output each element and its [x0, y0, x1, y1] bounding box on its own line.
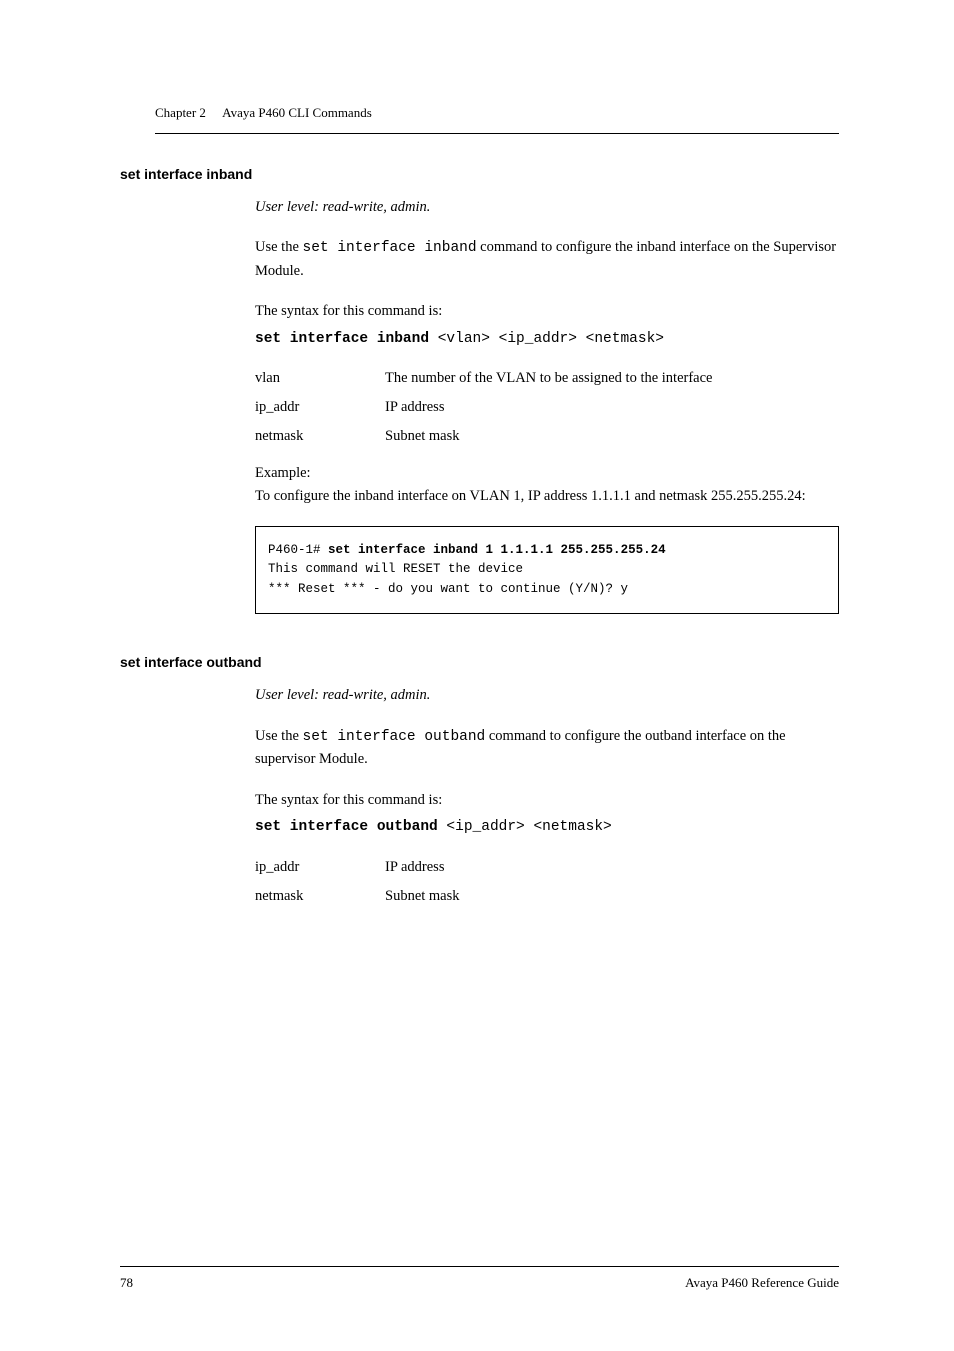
code-box-1: P460-1# set interface inband 1 1.1.1.1 2…	[255, 526, 839, 614]
param-desc: The number of the VLAN to be assigned to…	[385, 370, 839, 387]
example-label-1: Example:	[255, 465, 839, 482]
user-level-1: User level: read-write, admin.	[255, 196, 839, 218]
page-footer: 78 Avaya P460 Reference Guide	[120, 1266, 839, 1291]
param-row: ip_addr IP address	[255, 859, 839, 876]
param-table-1: vlan The number of the VLAN to be assign…	[255, 370, 839, 445]
param-desc: Subnet mask	[385, 428, 839, 445]
param-row: vlan The number of the VLAN to be assign…	[255, 370, 839, 387]
syntax-line-1: set interface inband <vlan> <ip_addr> <n…	[255, 327, 839, 350]
cmd-inline-2: set interface outband	[303, 729, 486, 745]
param-name: netmask	[255, 428, 385, 445]
description-2: Use the set interface outband command to…	[255, 725, 839, 771]
syntax-intro-2: The syntax for this command is:	[255, 789, 839, 811]
param-row: netmask Subnet mask	[255, 888, 839, 905]
param-name: vlan	[255, 370, 385, 387]
param-row: netmask Subnet mask	[255, 428, 839, 445]
example-text-1: To configure the inband interface on VLA…	[255, 486, 839, 508]
syntax-line-2: set interface outband <ip_addr> <netmask…	[255, 815, 839, 838]
cmd-inline-1: set interface inband	[303, 240, 477, 256]
section-heading-inband: set interface inband	[120, 166, 839, 182]
chapter-title: Avaya P460 CLI Commands	[222, 105, 372, 120]
param-name: netmask	[255, 888, 385, 905]
chapter-number: Chapter 2	[155, 105, 206, 120]
param-name: ip_addr	[255, 399, 385, 416]
param-name: ip_addr	[255, 859, 385, 876]
param-desc: IP address	[385, 399, 839, 416]
param-desc: Subnet mask	[385, 888, 839, 905]
param-table-2: ip_addr IP address netmask Subnet mask	[255, 859, 839, 905]
footer-text: Avaya P460 Reference Guide	[685, 1275, 839, 1291]
param-row: ip_addr IP address	[255, 399, 839, 416]
param-desc: IP address	[385, 859, 839, 876]
user-level-2: User level: read-write, admin.	[255, 684, 839, 706]
section-heading-outband: set interface outband	[120, 654, 839, 670]
page-number: 78	[120, 1275, 133, 1291]
description-1: Use the set interface inband command to …	[255, 236, 839, 282]
syntax-intro-1: The syntax for this command is:	[255, 300, 839, 322]
chapter-header: Chapter 2 Avaya P460 CLI Commands	[155, 105, 839, 134]
